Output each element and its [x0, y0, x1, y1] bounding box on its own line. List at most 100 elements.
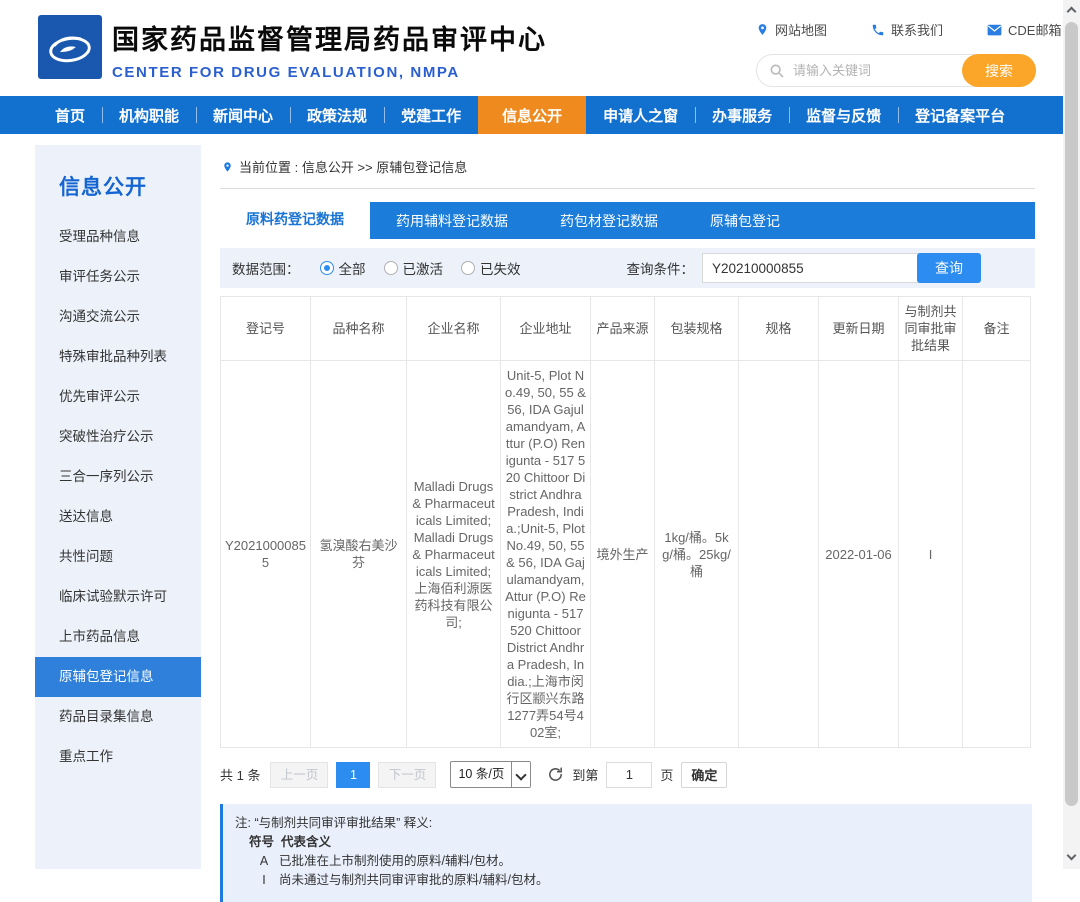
radio-all[interactable]: 全部: [320, 258, 366, 278]
sidebar-item-three-in-one[interactable]: 三合一序列公示: [35, 457, 201, 497]
sidebar-item-marketed-drugs[interactable]: 上市药品信息: [35, 617, 201, 657]
sidebar-item-communication[interactable]: 沟通交流公示: [35, 297, 201, 337]
cell-spec: [739, 361, 819, 748]
scroll-down-icon[interactable]: [1067, 851, 1077, 861]
site-title: 国家药品监督管理局药品审评中心: [112, 18, 547, 57]
search-button[interactable]: 搜索: [962, 54, 1036, 87]
cell-remarks: [963, 361, 1031, 748]
nav-item-info-disclosure[interactable]: 信息公开: [478, 96, 586, 134]
nav-item-supervision[interactable]: 监督与反馈: [789, 96, 898, 134]
sitemap-link[interactable]: 网站地图: [756, 20, 827, 39]
sidebar-item-review-tasks[interactable]: 审评任务公示: [35, 257, 201, 297]
col-update-date: 更新日期: [819, 297, 899, 361]
col-remarks: 备注: [963, 297, 1031, 361]
radio-all-control[interactable]: [320, 261, 334, 275]
total-count: 共 1 条: [220, 765, 260, 784]
sidebar-item-clinical-trial-license[interactable]: 临床试验默示许可: [35, 577, 201, 617]
col-company-name: 企业名称: [407, 297, 501, 361]
legend-note: 注: “与制剂共同审评审批结果” 释义: 符号 代表含义 A 已批准在上市制剂使…: [220, 804, 1032, 902]
sidebar: 信息公开 受理品种信息 审评任务公示 沟通交流公示 特殊审批品种列表 优先审评公…: [35, 145, 201, 869]
query-input[interactable]: [702, 253, 950, 283]
location-pin-icon: [222, 160, 233, 174]
scope-label: 数据范围：: [232, 258, 300, 278]
goto-page-input[interactable]: [606, 762, 652, 788]
site-search: 搜索: [756, 54, 1036, 87]
cell-product-source: 境外生产: [591, 361, 655, 748]
search-input[interactable]: [793, 56, 953, 85]
nav-item-registration-platform[interactable]: 登记备案平台: [898, 96, 1022, 134]
radio-activated-control[interactable]: [384, 261, 398, 275]
sidebar-item-special-approval[interactable]: 特殊审批品种列表: [35, 337, 201, 377]
cde-mail-link[interactable]: CDE邮箱: [987, 20, 1061, 39]
col-joint-review-result: 与制剂共同审批审批结果: [899, 297, 963, 361]
filter-bar: 数据范围： 全部 已激活 已失效 查询条件： 查询: [220, 248, 1035, 288]
current-page-button[interactable]: 1: [336, 762, 370, 788]
cell-packaging-spec: 1kg/桶。5kg/桶。25kg/桶: [655, 361, 739, 748]
breadcrumb: 当前位置 : 信息公开 >> 原辅包登记信息: [220, 145, 1035, 189]
scrollbar-thumb[interactable]: [1065, 22, 1078, 806]
note-row-a: A 已批准在上市制剂使用的原料/辅料/包材。: [235, 852, 1018, 871]
site-subtitle: CENTER FOR DRUG EVALUATION, NMPA: [112, 64, 547, 81]
nav-item-news[interactable]: 新闻中心: [196, 96, 290, 134]
table-row: Y20210000855 氢溴酸右美沙芬 Malladi Drugs & Pha…: [221, 361, 1031, 748]
pagination: 共 1 条 上一页 1 下一页 10 条/页 到第 页 确定: [220, 761, 1035, 788]
sidebar-item-priority-review[interactable]: 优先审评公示: [35, 377, 201, 417]
cell-joint-review-result: I: [899, 361, 963, 748]
page-size-select[interactable]: 10 条/页: [450, 761, 531, 788]
col-variety-name: 品种名称: [311, 297, 407, 361]
scroll-up-icon[interactable]: [1067, 7, 1077, 17]
sidebar-item-raw-material-registration[interactable]: 原辅包登记信息: [35, 657, 201, 697]
cell-update-date: 2022-01-06: [819, 361, 899, 748]
cell-variety-name: 氢溴酸右美沙芬: [311, 361, 407, 748]
note-header: 符号 代表含义: [235, 833, 1018, 852]
query-label: 查询条件：: [627, 258, 695, 278]
col-company-address: 企业地址: [501, 297, 591, 361]
col-packaging-spec: 包装规格: [655, 297, 739, 361]
quick-links: 网站地图 联系我们 CDE邮箱: [756, 20, 1061, 39]
nav-item-home[interactable]: 首页: [38, 96, 102, 134]
cell-registration-no: Y20210000855: [221, 361, 311, 748]
nav-item-functions[interactable]: 机构职能: [102, 96, 196, 134]
tab-excipient-registration[interactable]: 药用辅料登记数据: [370, 202, 534, 239]
sidebar-item-common-issues[interactable]: 共性问题: [35, 537, 201, 577]
main-nav: 首页 机构职能 新闻中心 政策法规 党建工作 信息公开 申请人之窗 办事服务 监…: [0, 96, 1063, 134]
table-header-row: 登记号 品种名称 企业名称 企业地址 产品来源 包装规格 规格 更新日期 与制剂…: [221, 297, 1031, 361]
results-table: 登记号 品种名称 企业名称 企业地址 产品来源 包装规格 规格 更新日期 与制剂…: [220, 296, 1031, 748]
sidebar-item-drug-catalog[interactable]: 药品目录集信息: [35, 697, 201, 737]
nav-item-party[interactable]: 党建工作: [384, 96, 478, 134]
radio-activated[interactable]: 已激活: [384, 258, 444, 278]
refresh-icon[interactable]: [547, 766, 564, 783]
goto-suffix: 页: [660, 765, 673, 784]
nav-item-policy[interactable]: 政策法规: [290, 96, 384, 134]
mail-icon: [987, 24, 1002, 36]
sidebar-title: 信息公开: [35, 145, 201, 217]
confirm-button[interactable]: 确定: [681, 762, 727, 788]
note-title: 注: “与制剂共同审评审批结果” 释义:: [235, 814, 1018, 833]
radio-expired[interactable]: 已失效: [461, 258, 521, 278]
radio-expired-control[interactable]: [461, 261, 475, 275]
query-button[interactable]: 查询: [917, 253, 981, 283]
nav-item-applicant[interactable]: 申请人之窗: [586, 96, 695, 134]
cde-logo: [38, 15, 102, 79]
prev-page-button[interactable]: 上一页: [270, 762, 328, 788]
sidebar-item-key-work[interactable]: 重点工作: [35, 737, 201, 777]
contact-link[interactable]: 联系我们: [871, 20, 943, 39]
select-dropdown-icon: [511, 762, 530, 787]
sidebar-item-delivery-info[interactable]: 送达信息: [35, 497, 201, 537]
goto-label: 到第: [572, 765, 598, 784]
tab-raw-aux-pack[interactable]: 原辅包登记: [684, 202, 806, 239]
tab-packaging-registration[interactable]: 药包材登记数据: [534, 202, 684, 239]
cell-company-address: Unit-5, Plot No.49, 50, 55 & 56, IDA Gaj…: [501, 361, 591, 748]
vertical-scrollbar[interactable]: [1063, 0, 1080, 869]
next-page-button[interactable]: 下一页: [378, 762, 436, 788]
map-pin-icon: [756, 22, 769, 37]
nav-item-services[interactable]: 办事服务: [695, 96, 789, 134]
col-spec: 规格: [739, 297, 819, 361]
sidebar-item-breakthrough-therapy[interactable]: 突破性治疗公示: [35, 417, 201, 457]
sidebar-item-accepted-varieties[interactable]: 受理品种信息: [35, 217, 201, 257]
col-product-source: 产品来源: [591, 297, 655, 361]
note-row-i: I 尚未通过与制剂共同审评审批的原料/辅料/包材。: [235, 871, 1018, 890]
tab-api-registration[interactable]: 原料药登记数据: [220, 198, 370, 239]
breadcrumb-text: 当前位置 : 信息公开 >> 原辅包登记信息: [239, 157, 467, 176]
phone-icon: [871, 23, 885, 37]
